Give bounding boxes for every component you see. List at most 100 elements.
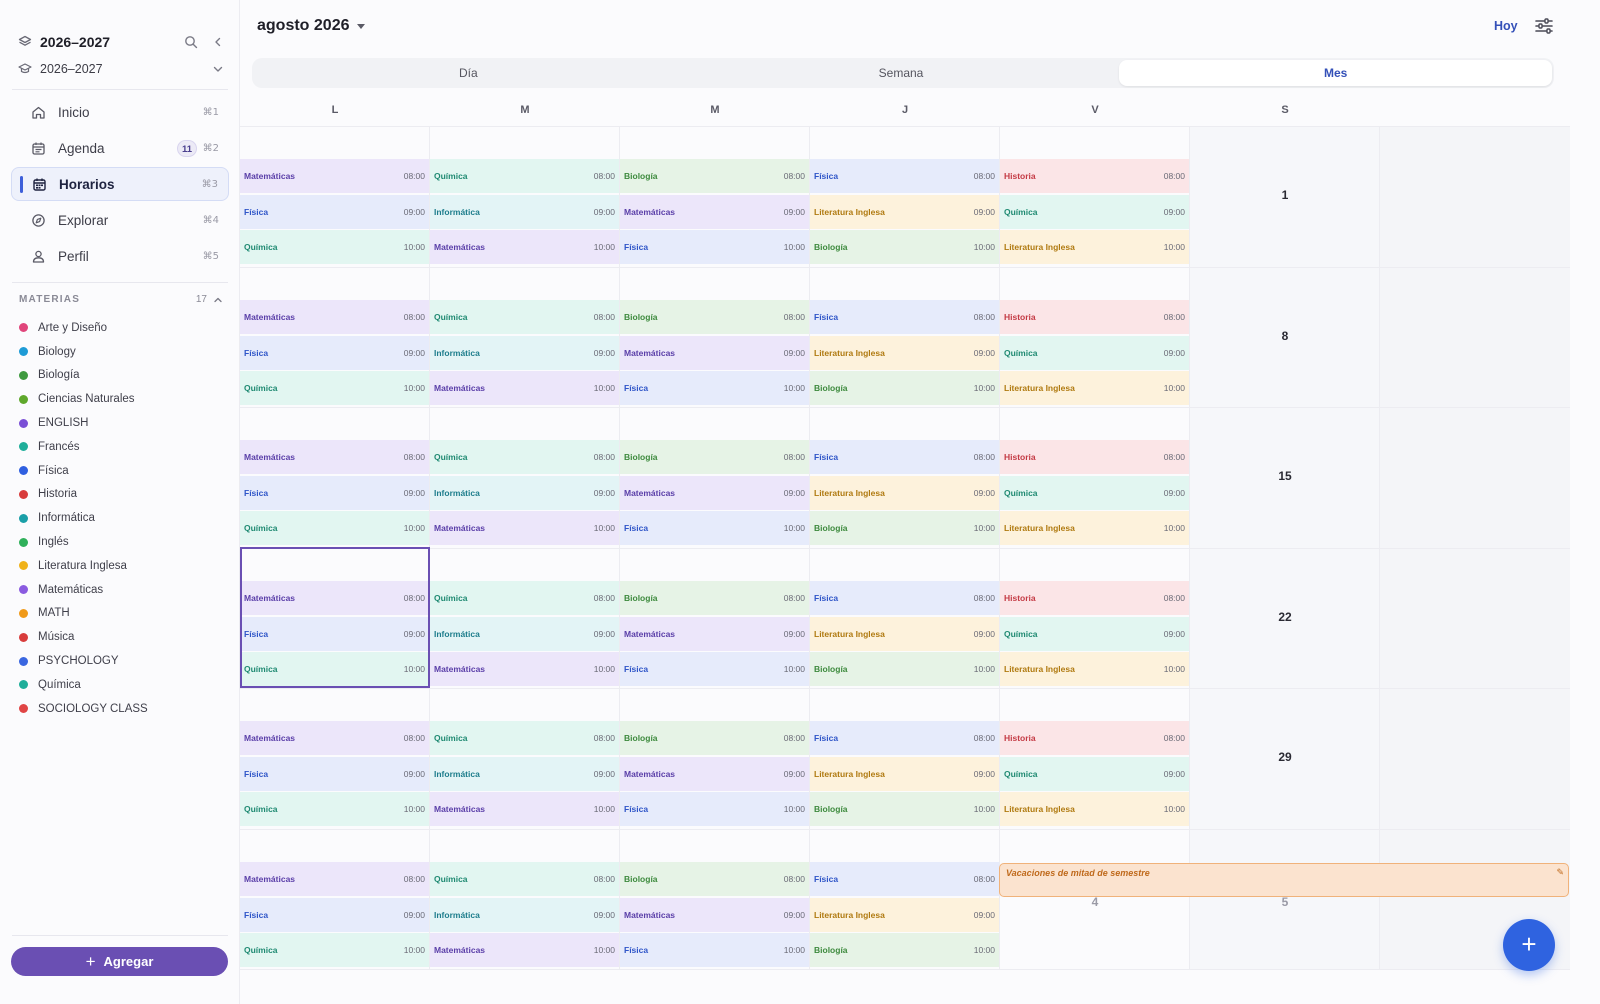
- chevron-down-icon[interactable]: [212, 63, 224, 75]
- calendar-event[interactable]: Física 10:00: [620, 511, 809, 545]
- calendar-event[interactable]: Matemáticas 08:00: [240, 862, 429, 896]
- chevron-up-icon[interactable]: [213, 295, 223, 305]
- calendar-event[interactable]: Literatura Inglesa 10:00: [1000, 792, 1189, 826]
- calendar-event[interactable]: Química 08:00: [430, 440, 619, 474]
- calendar-event[interactable]: Física 08:00: [810, 862, 999, 896]
- nav-item-inicio[interactable]: Inicio ⌘1: [11, 95, 229, 129]
- calendar-event[interactable]: Química 10:00: [240, 371, 429, 405]
- calendar-event[interactable]: Literatura Inglesa 09:00: [810, 475, 999, 510]
- subject-item[interactable]: PSYCHOLOGY: [19, 649, 223, 673]
- calendar-event[interactable]: Matemáticas 08:00: [240, 300, 429, 334]
- subject-item[interactable]: Ciencias Naturales: [19, 387, 223, 411]
- calendar-event[interactable]: Literatura Inglesa 10:00: [1000, 230, 1189, 264]
- calendar-event[interactable]: Informática 09:00: [430, 335, 619, 370]
- add-button[interactable]: + Agregar: [11, 947, 228, 976]
- calendar-event[interactable]: Literatura Inglesa 09:00: [810, 897, 999, 932]
- calendar-event[interactable]: Biología 10:00: [810, 652, 999, 686]
- tab-semana[interactable]: Semana: [685, 58, 1118, 88]
- calendar-event[interactable]: Física 08:00: [810, 300, 999, 334]
- calendar-event[interactable]: Biología 08:00: [620, 721, 809, 755]
- vacation-event[interactable]: Vacaciones de mitad de semestre ✎: [999, 863, 1569, 897]
- calendar-event[interactable]: Historia 08:00: [1000, 440, 1189, 474]
- day-number[interactable]: 22: [1190, 610, 1380, 624]
- calendar-event[interactable]: Biología 10:00: [810, 933, 999, 967]
- calendar-event[interactable]: Química 09:00: [1000, 335, 1189, 370]
- day-number[interactable]: 8: [1190, 329, 1380, 343]
- calendar-event[interactable]: Informática 09:00: [430, 756, 619, 791]
- subject-item[interactable]: Arte y Diseño: [19, 316, 223, 340]
- calendar-event[interactable]: Biología 10:00: [810, 230, 999, 264]
- calendar-event[interactable]: Física 09:00: [240, 194, 429, 229]
- calendar-event[interactable]: Física 10:00: [620, 230, 809, 264]
- calendar-event[interactable]: Biología 08:00: [620, 300, 809, 334]
- day-number[interactable]: 15: [1190, 469, 1380, 483]
- calendar-event[interactable]: Matemáticas 08:00: [240, 721, 429, 755]
- calendar-event[interactable]: Química 09:00: [1000, 475, 1189, 510]
- subject-item[interactable]: Historia: [19, 483, 223, 507]
- calendar-event[interactable]: Física 08:00: [810, 581, 999, 615]
- calendar-event[interactable]: Matemáticas 09:00: [620, 616, 809, 651]
- subject-item[interactable]: Francés: [19, 435, 223, 459]
- subject-item[interactable]: Biología: [19, 364, 223, 388]
- calendar-event[interactable]: Literatura Inglesa 09:00: [810, 616, 999, 651]
- calendar-event[interactable]: Física 08:00: [810, 159, 999, 193]
- calendar-event[interactable]: Literatura Inglesa 10:00: [1000, 371, 1189, 405]
- subject-item[interactable]: Química: [19, 673, 223, 697]
- calendar-event[interactable]: Física 09:00: [240, 897, 429, 932]
- calendar-event[interactable]: Matemáticas 09:00: [620, 897, 809, 932]
- calendar-event[interactable]: Química 10:00: [240, 230, 429, 264]
- calendar-event[interactable]: Física 08:00: [810, 721, 999, 755]
- calendar-event[interactable]: Matemáticas 08:00: [240, 159, 429, 193]
- calendar-event[interactable]: Matemáticas 10:00: [430, 371, 619, 405]
- calendar-event[interactable]: Matemáticas 10:00: [430, 933, 619, 967]
- calendar-event[interactable]: Biología 10:00: [810, 371, 999, 405]
- subject-item[interactable]: Matemáticas: [19, 578, 223, 602]
- calendar-event[interactable]: Física 09:00: [240, 335, 429, 370]
- calendar-event[interactable]: Biología 08:00: [620, 159, 809, 193]
- calendar-event[interactable]: Matemáticas 09:00: [620, 756, 809, 791]
- calendar-event[interactable]: Matemáticas 10:00: [430, 511, 619, 545]
- calendar-event[interactable]: Física 10:00: [620, 792, 809, 826]
- calendar-event[interactable]: Química 08:00: [430, 721, 619, 755]
- calendar-event[interactable]: Química 08:00: [430, 581, 619, 615]
- filters-icon[interactable]: [1534, 16, 1554, 36]
- calendar-event[interactable]: Química 09:00: [1000, 194, 1189, 229]
- workspace-row[interactable]: 2026–2027: [18, 34, 224, 50]
- calendar-event[interactable]: Matemáticas 10:00: [430, 230, 619, 264]
- calendar-event[interactable]: Química 10:00: [240, 933, 429, 967]
- calendar-event[interactable]: Física 10:00: [620, 933, 809, 967]
- subject-item[interactable]: Literatura Inglesa: [19, 554, 223, 578]
- calendar-event[interactable]: Matemáticas 10:00: [430, 652, 619, 686]
- calendar-event[interactable]: Historia 08:00: [1000, 581, 1189, 615]
- month-selector[interactable]: agosto 2026: [257, 17, 366, 35]
- calendar-event[interactable]: Matemáticas 08:00: [240, 440, 429, 474]
- calendar-event[interactable]: Literatura Inglesa 09:00: [810, 756, 999, 791]
- calendar-event[interactable]: Matemáticas 09:00: [620, 335, 809, 370]
- day-number[interactable]: 4: [1000, 895, 1190, 909]
- calendar-event[interactable]: Historia 08:00: [1000, 159, 1189, 193]
- calendar-event[interactable]: Literatura Inglesa 09:00: [810, 194, 999, 229]
- calendar-event[interactable]: Física 08:00: [810, 440, 999, 474]
- subject-item[interactable]: MATH: [19, 602, 223, 626]
- day-number[interactable]: 29: [1190, 750, 1380, 764]
- calendar-event[interactable]: Biología 08:00: [620, 581, 809, 615]
- subject-item[interactable]: Biology: [19, 340, 223, 364]
- fab-add-button[interactable]: +: [1503, 919, 1555, 971]
- calendar-event[interactable]: Biología 08:00: [620, 862, 809, 896]
- subject-item[interactable]: ENGLISH: [19, 411, 223, 435]
- subject-item[interactable]: Inglés: [19, 530, 223, 554]
- calendar-event[interactable]: Física 10:00: [620, 652, 809, 686]
- calendar-event[interactable]: Historia 08:00: [1000, 300, 1189, 334]
- day-number[interactable]: 5: [1190, 895, 1380, 909]
- calendar-event[interactable]: Literatura Inglesa 09:00: [810, 335, 999, 370]
- calendar-event[interactable]: Literatura Inglesa 10:00: [1000, 652, 1189, 686]
- nav-item-perfil[interactable]: Perfil ⌘5: [11, 239, 229, 273]
- calendar-event[interactable]: Química 09:00: [1000, 756, 1189, 791]
- term-selector[interactable]: 2026–2027: [18, 62, 224, 76]
- calendar-event[interactable]: Química 10:00: [240, 792, 429, 826]
- subjects-header[interactable]: MATERIAS 17: [19, 294, 223, 305]
- calendar-event[interactable]: Física 09:00: [240, 756, 429, 791]
- calendar-event[interactable]: Química 08:00: [430, 300, 619, 334]
- calendar-event[interactable]: Biología 08:00: [620, 440, 809, 474]
- nav-item-horarios[interactable]: Horarios ⌘3: [11, 167, 229, 201]
